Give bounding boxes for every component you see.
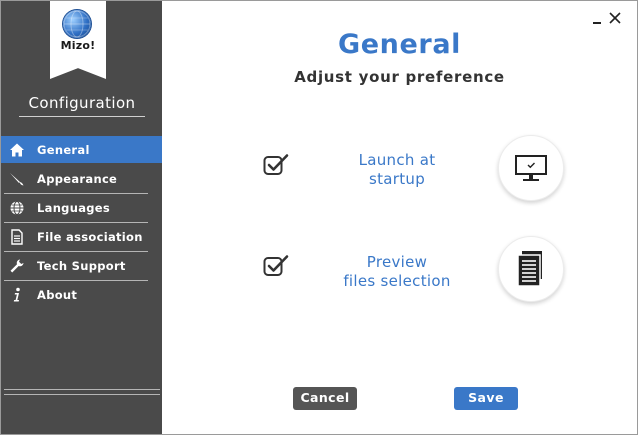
sidebar-item-label: Tech Support	[37, 259, 126, 273]
document-icon	[11, 229, 23, 245]
sidebar-item-about[interactable]: About	[1, 281, 162, 308]
sidebar-item-languages[interactable]: Languages	[1, 194, 162, 223]
page-subtitle: Adjust your preference	[294, 68, 505, 86]
info-icon	[13, 287, 20, 302]
preview-files-label: Preview files selection	[322, 253, 472, 291]
sidebar-item-label: About	[37, 288, 78, 302]
monitor-icon-circle	[498, 135, 564, 201]
option-label-line: startup	[368, 170, 426, 188]
option-label-line: files selection	[343, 272, 451, 290]
files-icon-circle	[498, 236, 564, 302]
home-icon	[10, 143, 24, 157]
launch-at-startup-label: Launch at startup	[322, 151, 472, 189]
sidebar-item-label: Languages	[37, 201, 111, 215]
minimize-button[interactable]	[593, 22, 601, 24]
launch-at-startup-checkbox[interactable]	[263, 153, 289, 179]
page-title: General	[338, 29, 461, 60]
sidebar-item-label: General	[37, 143, 90, 157]
logo-ribbon: Mizo!	[50, 1, 106, 79]
sidebar-item-file-association[interactable]: File association	[1, 223, 162, 252]
sidebar-item-tech-support[interactable]: Tech Support	[1, 252, 162, 281]
brush-icon	[10, 173, 24, 186]
sidebar-title: Configuration	[28, 94, 136, 112]
monitor-icon	[515, 155, 547, 181]
sidebar-item-label: Appearance	[37, 172, 118, 186]
cancel-button[interactable]: Cancel	[293, 387, 357, 410]
option-label-line: Preview	[366, 253, 428, 271]
sidebar-item-label: File association	[37, 230, 143, 244]
sidebar-item-general[interactable]: General	[1, 136, 162, 163]
globe-icon	[10, 201, 24, 215]
logo-text: Mizo!	[60, 39, 96, 52]
preview-files-checkbox[interactable]	[263, 254, 289, 280]
sidebar-footer-line	[4, 394, 160, 395]
config-window: Mizo! Configuration General Appearance L…	[0, 0, 638, 435]
sidebar-title-underline	[19, 116, 145, 117]
close-icon[interactable]	[608, 11, 622, 25]
files-icon	[517, 251, 542, 287]
wrench-icon	[10, 259, 24, 273]
sidebar-footer-line	[4, 389, 160, 390]
sidebar-menu: General Appearance Languages File associ…	[1, 136, 162, 310]
sidebar-item-appearance[interactable]: Appearance	[1, 165, 162, 194]
logo-globe-icon	[63, 10, 91, 38]
save-button[interactable]: Save	[454, 387, 518, 410]
option-label-line: Launch at	[358, 151, 436, 169]
sidebar: Mizo! Configuration General Appearance L…	[1, 1, 162, 434]
